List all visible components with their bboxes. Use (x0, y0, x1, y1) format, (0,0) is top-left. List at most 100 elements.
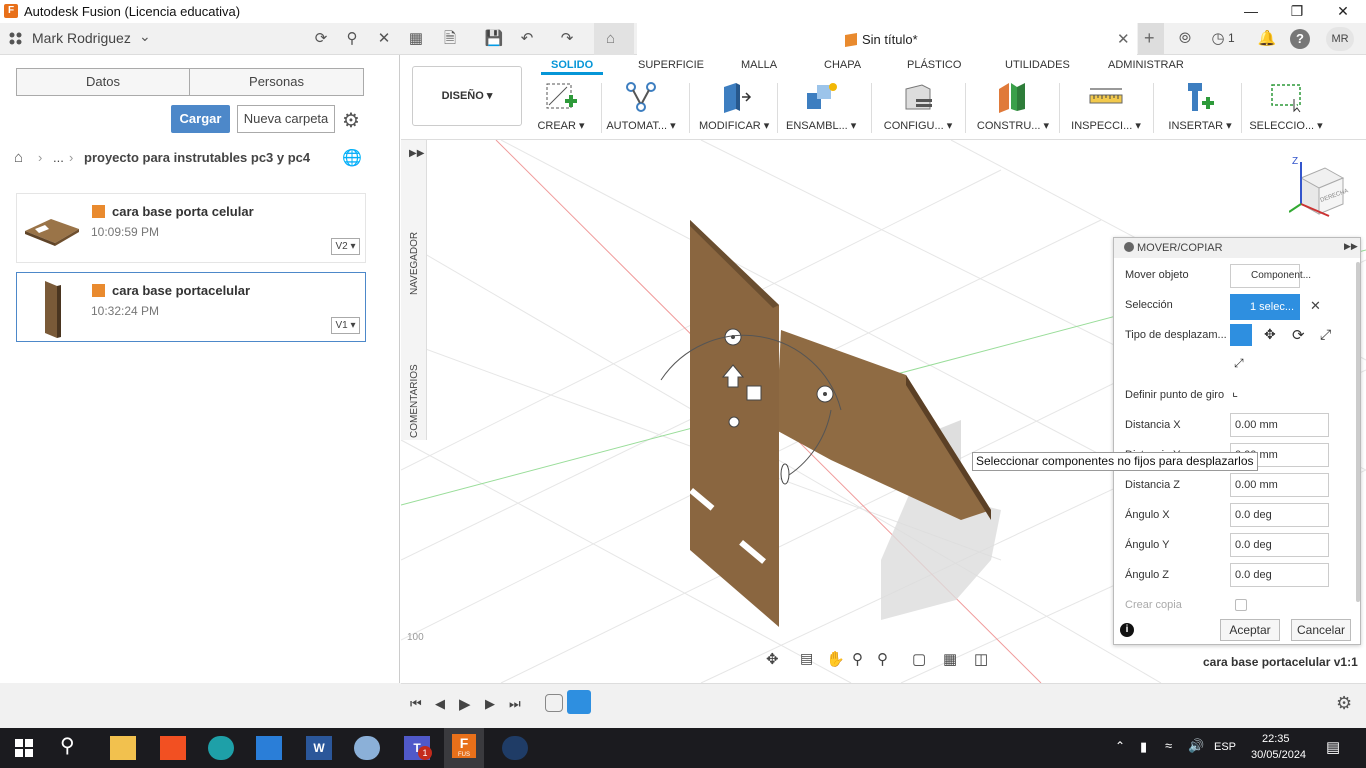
job-status-icon[interactable]: ◷ (1208, 29, 1228, 49)
user-name[interactable]: Mark Rodriguez (32, 30, 131, 46)
breadcrumb-ellipsis[interactable]: ... (53, 150, 64, 165)
orbit-icon[interactable]: ✥ (766, 650, 779, 668)
file-card[interactable]: cara base porta celular 10:09:59 PM V2 ▾ (16, 193, 366, 263)
step-forward-icon[interactable]: ▶ (485, 696, 495, 712)
timeline-settings-icon[interactable]: ⚙ (1336, 693, 1352, 714)
home-tab[interactable]: ⌂ (594, 23, 634, 55)
tab-datos[interactable]: Datos (16, 68, 190, 96)
ok-button[interactable]: Aceptar (1220, 619, 1280, 641)
view-cube[interactable]: Z DERECHA (1288, 154, 1349, 224)
automate-group[interactable]: AUTOMAT... ▾ (606, 77, 676, 137)
grid-settings-icon[interactable]: ▦ (943, 650, 957, 668)
avatar[interactable]: MR (1326, 27, 1354, 51)
fusion-taskbar-item[interactable]: F FUS (444, 728, 484, 768)
info-icon[interactable]: i (1120, 623, 1134, 637)
workspace-dropdown[interactable]: DISEÑO ▾ (412, 66, 522, 126)
version-dropdown[interactable]: V1 ▾ (331, 317, 360, 334)
volume-icon[interactable]: 🔊 (1188, 738, 1204, 754)
save-icon[interactable]: 💾 (484, 29, 504, 49)
move-object-dropdown[interactable]: Component... ▾ (1230, 264, 1311, 303)
gear-icon[interactable]: ⚙ (342, 108, 360, 133)
step-back-icon[interactable]: ◀ (435, 696, 445, 712)
paint-icon[interactable] (354, 736, 380, 760)
tab-chapa[interactable]: CHAPA (824, 59, 861, 71)
tab-solido[interactable]: SOLIDO (551, 59, 593, 71)
timeline-feature-icon[interactable] (545, 694, 563, 712)
chevron-up-icon[interactable]: ⌃ (1115, 739, 1125, 753)
new-tab-button[interactable]: + (1138, 23, 1164, 55)
tab-personas[interactable]: Personas (189, 68, 364, 96)
angle-z-input[interactable]: 0.0 deg (1230, 563, 1329, 587)
help-icon[interactable]: ? (1290, 29, 1310, 49)
notification-bell-icon[interactable]: 🔔 (1257, 29, 1277, 49)
angle-x-input[interactable]: 0.0 deg (1230, 503, 1329, 527)
restore-button[interactable]: ❐ (1274, 0, 1320, 23)
inspect-group[interactable]: INSPECCI... ▾ (1069, 77, 1143, 137)
distance-z-input[interactable]: 0.00 mm (1230, 473, 1329, 497)
battery-icon[interactable]: ▮ (1140, 739, 1147, 755)
rotate-icon[interactable]: ⟳ (1292, 326, 1305, 344)
tab-administrar[interactable]: ADMINISTRAR (1108, 59, 1184, 71)
search-icon[interactable]: ⚲ (342, 29, 362, 49)
clock-date[interactable]: 30/05/2024 (1251, 749, 1306, 761)
notification-center-icon[interactable]: ▤ (1326, 738, 1340, 756)
document-tab[interactable]: Sin título* ✕ (637, 23, 1137, 55)
refresh-icon[interactable]: ⟳ (311, 29, 331, 49)
point-to-position-icon[interactable]: ⤢ (1234, 356, 1244, 371)
point-to-point-icon[interactable]: ⤢ (1320, 326, 1331, 343)
comments-label[interactable]: COMENTARIOS (409, 364, 420, 438)
wifi-icon[interactable]: ≈ (1165, 738, 1172, 753)
windows-start-icon[interactable] (12, 736, 38, 760)
cancel-button[interactable]: Cancelar (1291, 619, 1351, 641)
close-tab-icon[interactable]: ✕ (1117, 30, 1130, 48)
go-to-start-icon[interactable]: ⏮ (410, 696, 422, 712)
clock-time[interactable]: 22:35 (1262, 733, 1290, 745)
pan-hand-icon[interactable]: ✋ (826, 650, 845, 668)
free-move-icon[interactable] (1230, 324, 1252, 346)
look-at-icon[interactable]: ▤ (800, 650, 813, 667)
modify-group[interactable]: MODIFICAR ▾ (699, 77, 769, 137)
timeline-move-feature-icon[interactable] (567, 690, 591, 714)
redo-icon[interactable]: ↷ (557, 29, 577, 49)
new-folder-button[interactable]: Nueva carpeta (237, 105, 335, 133)
upload-button[interactable]: Cargar (171, 105, 230, 133)
navigator-label[interactable]: NAVEGADOR (409, 232, 420, 295)
tab-superficie[interactable]: SUPERFICIE (638, 59, 704, 71)
version-dropdown[interactable]: V2 ▾ (331, 238, 360, 255)
breadcrumb-project[interactable]: proyecto para instrutables pc3 y pc4 (84, 150, 310, 165)
search-icon[interactable]: ⚲ (60, 733, 75, 758)
language-indicator[interactable]: ESP (1214, 741, 1236, 753)
grid-menu-icon[interactable] (8, 31, 24, 47)
collapse-dialog-icon[interactable] (1124, 242, 1134, 252)
selection-button[interactable]: 1 selec... (1230, 294, 1300, 320)
viewports-icon[interactable]: ◫ (974, 650, 988, 668)
extensions-icon[interactable]: ⦾ (1175, 29, 1195, 49)
pivot-icon[interactable]: ⌞ (1232, 384, 1238, 400)
close-panel-icon[interactable]: ✕ (374, 29, 394, 49)
dialog-scrollbar[interactable] (1356, 262, 1360, 602)
word-icon[interactable]: W (306, 736, 332, 760)
minimize-button[interactable]: — (1228, 0, 1274, 23)
home-icon[interactable]: ⌂ (14, 149, 23, 166)
create-group[interactable]: CREAR ▾ (531, 77, 591, 137)
zoom-icon[interactable]: ⚲ (852, 650, 863, 668)
insert-group[interactable]: INSERTAR ▾ (1163, 77, 1237, 137)
expand-browser-icon[interactable]: ▶▶ (409, 148, 424, 159)
undo-icon[interactable]: ↶ (517, 29, 537, 49)
select-group[interactable]: SELECCIO... ▾ (1249, 77, 1323, 137)
play-icon[interactable]: ▶ (459, 695, 471, 713)
display-settings-icon[interactable]: ▢ (912, 650, 926, 668)
steam-icon[interactable] (502, 736, 528, 760)
tab-plastico[interactable]: PLÁSTICO (907, 59, 961, 71)
configure-group[interactable]: CONFIGU... ▾ (881, 77, 955, 137)
apps-grid-icon[interactable]: ▦ (406, 29, 426, 49)
close-window-button[interactable]: ✕ (1320, 0, 1366, 23)
file-explorer-icon[interactable] (110, 736, 136, 760)
clear-selection-icon[interactable]: ✕ (1310, 298, 1321, 314)
expand-dialog-icon[interactable]: ▶▶ (1344, 241, 1358, 252)
angle-y-input[interactable]: 0.0 deg (1230, 533, 1329, 557)
create-copy-checkbox[interactable] (1235, 599, 1247, 611)
tab-malla[interactable]: MALLA (741, 59, 777, 71)
construct-group[interactable]: CONSTRU... ▾ (976, 77, 1050, 137)
fit-zoom-icon[interactable]: ⚲ (877, 650, 888, 668)
